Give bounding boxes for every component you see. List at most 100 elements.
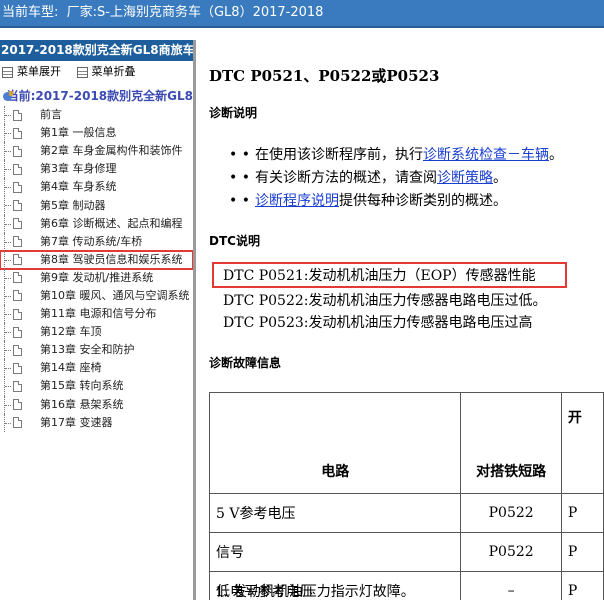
tree-connector <box>4 106 11 125</box>
document-icon <box>13 200 22 212</box>
tree-connector <box>4 124 11 143</box>
list-icon <box>76 66 88 78</box>
tree-item[interactable]: 第7章 传动系统/车桥 <box>0 232 193 251</box>
content-pane: DTC P0521、P0522或P0523 诊断说明 • • 在使用该诊断程序前，… <box>199 40 604 600</box>
tree-item[interactable]: 第2章 车身金属构件和装饰件 <box>0 142 193 161</box>
fault-info-heading: 诊断故障信息 <box>209 356 282 370</box>
tree-connector <box>4 359 11 378</box>
document-icon <box>13 218 22 230</box>
document-icon <box>13 326 22 338</box>
document-icon <box>13 272 22 284</box>
tree-item-label: 第9章 发动机/推进系统 <box>40 270 154 284</box>
dtc-p0522: DTC P0522:发动机机油压力传感器电路电压过低。 <box>223 293 547 309</box>
document-icon <box>13 163 22 175</box>
manual-title: 2017-2018款别克全新GL8商旅车维修手 <box>0 40 193 61</box>
tree-item[interactable]: 第4章 车身系统 <box>0 178 193 197</box>
tree-item-label: 第13章 安全和防护 <box>40 343 135 357</box>
tree-item[interactable]: 第9章 发动机/推进系统 <box>0 268 193 287</box>
tree-item-label: 前言 <box>40 108 62 122</box>
expand-menu-button[interactable]: 菜单展开 <box>2 61 61 83</box>
tree-item-label: 第6章 诊断概述、起点和编程 <box>40 216 183 230</box>
tree-connector <box>4 160 11 179</box>
list-item: • • 在使用该诊断程序前，执行诊断系统检查－车辆。 <box>229 147 563 163</box>
diag-desc-list: • • 在使用该诊断程序前，执行诊断系统检查－车辆。 • • 有关诊断方法的概述，请… <box>229 144 563 213</box>
nav-pane: 2017-2018款别克全新GL8商旅车维修手 菜单展开 菜单折叠 当前:201… <box>0 40 196 600</box>
vehicle-bar: 当前车型: 厂家:S-上海别克商务车（GL8）2017-2018 <box>0 0 604 28</box>
tree-item[interactable]: 第10章 暖风、通风与空调系统 <box>0 286 193 306</box>
document-icon <box>13 417 22 429</box>
tree-item[interactable]: 第17章 变速器 <box>0 413 193 432</box>
col-short-to-ground: 对搭铁短路 <box>460 392 562 494</box>
tree-item-label: 第10章 暖风、通风与空调系统 <box>40 288 190 302</box>
tree-connector <box>4 413 11 432</box>
document-icon <box>13 380 22 392</box>
tree-connector <box>4 178 11 197</box>
document-icon <box>13 127 22 139</box>
vehicle-label: 当前车型: <box>2 5 59 20</box>
list-item: • • 有关诊断方法的概述，请查阅诊断策略。 <box>229 170 507 186</box>
diag-desc-heading: 诊断说明 <box>209 106 258 120</box>
fault-table: 电路 对搭铁短路 开 5 V参考电压 P0522 P 信号 P0522 P 低电… <box>208 392 604 600</box>
list-icon <box>2 66 13 78</box>
tree-item[interactable]: 第15章 转向系统 <box>0 377 193 396</box>
list-item: • • 诊断程序说明提供每种诊断类别的概述。 <box>229 193 507 209</box>
document-icon <box>13 308 22 320</box>
dtc-heading: DTC说明 <box>209 234 260 248</box>
tree-item[interactable]: 第16章 悬架系统 <box>0 395 193 414</box>
tree-item[interactable]: 第8章 驾驶员信息和娱乐系统 <box>0 249 193 270</box>
document-icon <box>13 236 22 248</box>
page-title: DTC P0521、P0522或P0523 <box>209 67 440 85</box>
tree-item-label: 第5章 制动器 <box>40 198 106 212</box>
tree-connector <box>4 323 11 342</box>
tree-connector <box>4 341 11 360</box>
diag-procedure-link[interactable]: 诊断程序说明 <box>255 193 339 209</box>
tree-connector <box>4 305 11 324</box>
tree-connector <box>4 286 11 306</box>
tree-item-label: 第11章 电源和信号分布 <box>40 307 157 321</box>
dtc-p0523: DTC P0523:发动机机油压力传感器电路电压过高 <box>223 315 533 331</box>
tree-item[interactable]: 前言 <box>0 106 193 125</box>
tree-item[interactable]: 第3章 车身修理 <box>0 160 193 179</box>
tree-item-label: 第17章 变速器 <box>40 415 113 429</box>
tree-item-label: 第1章 一般信息 <box>40 126 117 140</box>
diag-system-check-link[interactable]: 诊断系统检查－车辆 <box>423 147 549 163</box>
tree-item[interactable]: 第5章 制动器 <box>0 196 193 215</box>
book-icon <box>3 91 11 102</box>
tree-item[interactable]: 第1章 一般信息 <box>0 124 193 143</box>
col-open: 开 <box>560 392 604 494</box>
tree-connector <box>4 395 11 414</box>
document-icon <box>13 109 22 121</box>
document-icon <box>13 290 22 302</box>
vehicle-value: 厂家:S-上海别克商务车（GL8）2017-2018 <box>66 5 324 20</box>
tree-item[interactable]: 第13章 安全和防护 <box>0 341 193 360</box>
tree-item[interactable]: 第11章 电源和信号分布 <box>0 305 193 324</box>
table-note: 1. 发动机机油压力指示灯故障。 <box>215 584 415 600</box>
tree-toolbar: 菜单展开 菜单折叠 <box>0 61 193 83</box>
tree-item-label: 第3章 车身修理 <box>40 162 117 176</box>
tree-connector <box>4 142 11 161</box>
tree-item-label: 第7章 传动系统/车桥 <box>40 234 143 248</box>
tree-connector <box>4 250 11 269</box>
tree-connector <box>4 196 11 215</box>
tree-item-label: 第14章 座椅 <box>40 361 102 375</box>
tree-connector <box>4 232 11 251</box>
tree-connector <box>4 214 11 233</box>
tree-item-label: 第12章 车顶 <box>40 325 102 339</box>
table-row: 信号 P0522 P <box>208 532 604 572</box>
document-icon <box>13 344 22 356</box>
tree-item[interactable]: 第12章 车顶 <box>0 323 193 342</box>
col-circuit: 电路 <box>208 392 462 494</box>
document-icon <box>13 399 22 411</box>
tree-item[interactable]: 第6章 诊断概述、起点和编程 <box>0 214 193 233</box>
table-row: 5 V参考电压 P0522 P <box>208 493 604 533</box>
tree-item-label: 第8章 驾驶员信息和娱乐系统 <box>40 252 183 266</box>
collapse-menu-button[interactable]: 菜单折叠 <box>76 61 136 83</box>
chapter-tree: 前言第1章 一般信息第2章 车身金属构件和装饰件 第3章 车身修理 第4章 车身系统… <box>0 106 193 432</box>
tree-root[interactable]: 当前:2017-2018款别克全新GL8 <box>0 87 193 106</box>
document-icon <box>13 145 22 157</box>
document-icon <box>13 254 22 266</box>
tree-item-label: 第4章 车身系统 <box>40 180 117 194</box>
tree-item[interactable]: 第14章 座椅 <box>0 359 193 378</box>
document-icon <box>13 362 22 374</box>
diag-strategy-link[interactable]: 诊断策略 <box>437 170 493 186</box>
